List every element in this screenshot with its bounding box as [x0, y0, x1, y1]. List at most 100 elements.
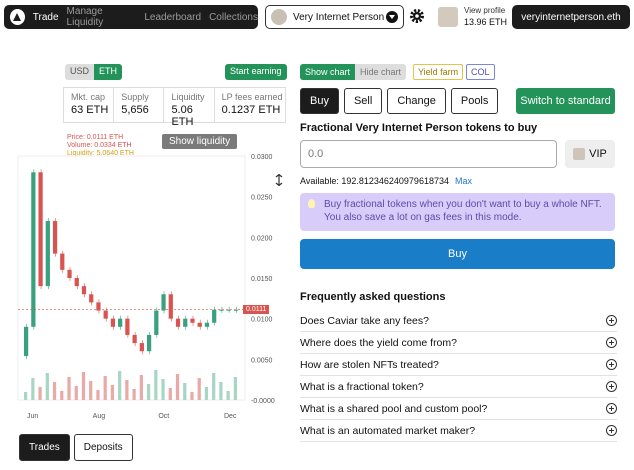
volume-bar — [81, 372, 86, 400]
faq-item[interactable]: What is a fractional token? — [300, 376, 617, 398]
wallet-button[interactable]: veryinternetperson.eth — [512, 5, 630, 29]
volume-bar — [110, 385, 115, 400]
tab-deposits[interactable]: Deposits — [73, 434, 133, 461]
tab-trades[interactable]: Trades — [19, 434, 70, 461]
volume-bar — [24, 392, 28, 400]
candle — [60, 253, 65, 270]
plus-icon — [606, 403, 617, 414]
candle — [24, 326, 29, 357]
faq-item[interactable]: What is an automated market maker? — [300, 420, 617, 442]
tab-pools[interactable]: Pools — [450, 88, 499, 114]
chart-toggle: Show chart Hide chart — [300, 64, 407, 80]
candle — [81, 286, 87, 295]
faq-item[interactable]: Where does the yield come from? — [300, 332, 617, 354]
volume-bar — [212, 373, 216, 400]
buy-button[interactable]: Buy — [300, 239, 615, 269]
faq-item[interactable]: Does Caviar take any fees? — [300, 310, 617, 332]
candle — [67, 269, 72, 278]
volume-bar — [60, 391, 64, 400]
resize-icon[interactable] — [275, 174, 283, 186]
price-chart[interactable]: 0.0300 0.0250 0.0200 0.0150 0.0100 0.0050 -0.0… — [0, 150, 290, 430]
bottom-tabs: Trades Deposits — [19, 434, 133, 461]
volume-bar — [161, 379, 165, 400]
y-tick-label: 0.0100 — [251, 317, 273, 324]
yield-farm-tag[interactable]: Yield farm — [413, 64, 464, 80]
candle — [45, 221, 50, 287]
currency-eth[interactable]: ETH — [94, 64, 123, 80]
vip-label: VIP — [589, 148, 607, 160]
logo-icon[interactable] — [10, 9, 25, 25]
volume-bar — [175, 374, 180, 400]
max-link[interactable]: Max — [455, 176, 472, 186]
chevron-down-icon — [386, 11, 398, 23]
currency-usd[interactable]: USD — [65, 64, 95, 80]
stat-lp-fees: LP fees earned 0.1237 ETH — [215, 88, 285, 122]
col-tag[interactable]: COL — [466, 64, 495, 80]
y-tick-label: 0.0300 — [251, 154, 273, 161]
volume-bar — [168, 388, 172, 400]
hide-chart-button[interactable]: Hide chart — [355, 64, 407, 80]
nav-collections[interactable]: Collections — [209, 12, 258, 23]
faq-list: Does Caviar take any fees? Where does th… — [300, 310, 617, 442]
plus-icon — [606, 337, 617, 348]
plus-icon — [606, 425, 617, 436]
buy-title: Fractional Very Internet Person tokens t… — [300, 122, 538, 134]
stats-panel: Mkt. cap 63 ETH Supply 5,656 Liquidity 5… — [63, 87, 286, 128]
currency-toggle: USD ETH — [65, 64, 123, 80]
volume-bar — [52, 382, 57, 400]
nav-trade[interactable]: Trade — [33, 12, 59, 23]
volume-bar — [89, 381, 93, 400]
tab-buy[interactable]: Buy — [300, 88, 339, 114]
candle — [52, 221, 58, 254]
volume-bar — [67, 377, 71, 400]
stat-value: 5,656 — [121, 104, 149, 116]
stat-label: Liquidity — [171, 92, 205, 102]
candle — [146, 334, 152, 352]
show-chart-button[interactable]: Show chart — [300, 64, 356, 80]
candle — [103, 310, 108, 319]
nav-manage-liquidity[interactable]: Manage Liquidity — [67, 6, 137, 28]
top-nav: Trade Manage Liquidity Leaderboard Colle… — [4, 5, 258, 29]
candle — [139, 343, 144, 352]
candle — [168, 294, 173, 319]
candle — [31, 172, 36, 327]
ohlc-volume: Volume: 0.0334 ETH — [67, 142, 132, 149]
gear-icon[interactable] — [409, 8, 425, 24]
plus-icon — [606, 359, 617, 370]
faq-item[interactable]: What is a shared pool and custom pool? — [300, 398, 617, 420]
plot-area — [17, 155, 246, 401]
nav-leaderboard[interactable]: Leaderboard — [144, 12, 201, 23]
x-tick-label: Dec — [224, 413, 237, 420]
view-profile-link[interactable]: View profile — [464, 6, 505, 15]
stat-label: LP fees earned — [221, 92, 283, 102]
y-tick-label: -0.0000 — [251, 398, 275, 405]
candle — [183, 318, 188, 327]
vip-button[interactable]: VIP — [565, 140, 615, 168]
tab-sell[interactable]: Sell — [343, 88, 383, 114]
profile-balance: 13.96 ETH — [464, 17, 508, 27]
candle — [161, 294, 166, 311]
candle — [38, 172, 43, 287]
faq-title: Frequently asked questions — [300, 291, 446, 303]
identity-selector[interactable]: Very Internet Person — [265, 5, 404, 29]
stat-label: Mkt. cap — [71, 92, 106, 102]
show-liquidity-button[interactable]: Show liquidity — [162, 134, 238, 149]
candle — [175, 318, 181, 327]
profile-avatar[interactable] — [438, 7, 458, 27]
stat-value: 63 ETH — [71, 104, 109, 116]
amount-input[interactable]: 0.0 — [300, 140, 557, 168]
candle — [204, 322, 210, 327]
stat-liquidity: Liquidity 5.06 ETH — [164, 88, 215, 128]
plus-icon — [606, 315, 617, 326]
volume-bar — [125, 380, 129, 400]
y-tick-label: 0.0150 — [251, 276, 273, 283]
tab-change[interactable]: Change — [387, 88, 446, 114]
candle — [132, 334, 137, 344]
faq-item[interactable]: How are stolen NFTs treated? — [300, 354, 617, 376]
x-tick-label: Oct — [158, 413, 169, 420]
start-earning-button[interactable]: Start earning — [225, 64, 287, 80]
avatar — [271, 9, 287, 25]
volume-bar — [146, 384, 151, 400]
switch-to-standard-button[interactable]: Switch to standard — [516, 88, 615, 114]
volume-bar — [103, 376, 107, 400]
